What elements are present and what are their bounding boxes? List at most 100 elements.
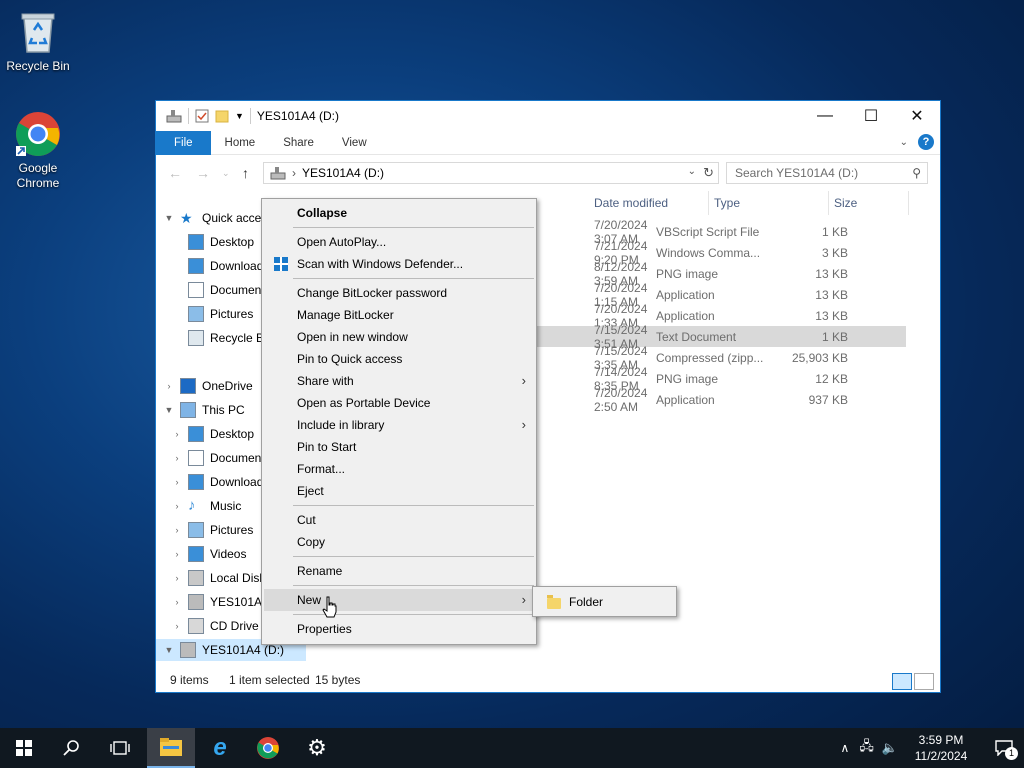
menu-item-properties[interactable]: Properties — [264, 618, 534, 640]
menu-item-label: Open as Portable Device — [297, 396, 431, 410]
tab-file[interactable]: File — [156, 130, 211, 155]
cell-size: 13 KB — [815, 308, 848, 323]
properties-icon[interactable] — [195, 109, 209, 123]
new-folder-icon[interactable] — [215, 109, 229, 123]
menu-item-cut[interactable]: Cut — [264, 509, 534, 531]
taskbar-settings[interactable]: ⚙ — [293, 728, 341, 768]
menu-item-manage-bitlocker[interactable]: Manage BitLocker — [264, 304, 534, 326]
expand-ribbon-icon[interactable]: ⌄ — [900, 137, 908, 148]
expand-arrow-icon[interactable]: › — [162, 381, 176, 391]
expand-arrow-icon[interactable]: ▼ — [162, 645, 176, 655]
expand-arrow-icon[interactable]: › — [170, 429, 184, 439]
menu-item-eject[interactable]: Eject — [264, 480, 534, 502]
menu-item-open-as-portable-device[interactable]: Open as Portable Device — [264, 392, 534, 414]
menu-item-new[interactable]: New › — [264, 589, 534, 611]
address-dropdown-icon[interactable]: ⌄ — [688, 166, 696, 177]
menu-item-label: Share with — [297, 374, 354, 388]
help-icon[interactable]: ? — [918, 134, 934, 150]
menu-item-share-with[interactable]: Share with › — [264, 370, 534, 392]
desktop-icon-recycle-bin[interactable]: Recycle Bin — [2, 8, 74, 74]
back-button[interactable]: ← — [168, 165, 182, 181]
address-bar[interactable]: › YES101A4 (D:) ⌄ ↻ — [263, 162, 719, 184]
forward-button[interactable]: → — [196, 165, 210, 181]
menu-item-label: Collapse — [297, 206, 348, 220]
menu-item-collapse[interactable]: Collapse — [264, 202, 534, 224]
expand-arrow-icon[interactable]: › — [170, 621, 184, 631]
clock[interactable]: 3:59 PM 11/2/2024 — [906, 732, 976, 764]
document-icon — [188, 282, 204, 298]
pictures-icon — [188, 306, 204, 322]
expand-arrow-icon[interactable]: › — [170, 477, 184, 487]
minimize-button[interactable]: — — [802, 101, 848, 131]
menu-item-label: Open AutoPlay... — [297, 235, 387, 249]
notification-badge: 1 — [1005, 747, 1018, 760]
expand-arrow-icon[interactable]: ▼ — [162, 213, 176, 223]
drive-icon — [188, 570, 204, 586]
menu-item-pin-to-quick-access[interactable]: Pin to Quick access — [264, 348, 534, 370]
cell-type: PNG image — [656, 266, 719, 281]
submenu-arrow-icon: › — [521, 373, 526, 388]
breadcrumb-chevron-icon: › — [292, 166, 296, 180]
expand-arrow-icon[interactable]: › — [170, 525, 184, 535]
navigation-bar: ← → ⌄ ↑ › YES101A4 (D:) ⌄ ↻ Search YES10… — [156, 157, 940, 189]
expand-arrow-icon[interactable]: › — [170, 573, 184, 583]
cell-type: Compressed (zipp... — [656, 350, 764, 365]
column-header-type[interactable]: Type — [709, 191, 829, 215]
close-button[interactable]: ✕ — [894, 101, 940, 131]
notifications-button[interactable]: 1 — [984, 728, 1024, 768]
menu-item-format[interactable]: Format... — [264, 458, 534, 480]
expand-arrow-icon[interactable]: › — [170, 597, 184, 607]
search-button[interactable] — [48, 728, 96, 768]
recent-locations-icon[interactable]: ⌄ — [222, 168, 230, 179]
menu-item-open-in-new-window[interactable]: Open in new window — [264, 326, 534, 348]
column-header-date[interactable]: Date modified — [589, 191, 709, 215]
start-button[interactable] — [0, 728, 48, 768]
show-hidden-icons-icon[interactable]: ∧ — [841, 741, 850, 755]
submenu-arrow-icon: › — [521, 417, 526, 432]
menu-item-copy[interactable]: Copy — [264, 531, 534, 553]
tab-share[interactable]: Share — [269, 131, 328, 155]
expand-arrow-icon[interactable]: › — [170, 501, 184, 511]
up-button[interactable]: ↑ — [242, 165, 249, 181]
menu-item-change-bitlocker-password[interactable]: Change BitLocker password — [264, 282, 534, 304]
details-view-button[interactable] — [892, 673, 912, 690]
search-input[interactable]: Search YES101A4 (D:) ⚲ — [726, 162, 928, 184]
star-icon: ★ — [180, 210, 193, 226]
item-count: 9 items — [170, 673, 209, 687]
refresh-icon[interactable]: ↻ — [703, 165, 714, 181]
table-row[interactable]: 7/20/2024 2:50 AM Application 937 KB — [536, 386, 906, 414]
tab-home[interactable]: Home — [211, 131, 270, 155]
breadcrumb[interactable]: YES101A4 (D:) — [302, 166, 384, 180]
menu-item-open-autoplay[interactable]: Open AutoPlay... — [264, 231, 534, 253]
cell-size: 13 KB — [815, 266, 848, 281]
network-icon[interactable]: 🖧 — [859, 737, 874, 759]
menu-item-rename[interactable]: Rename — [264, 560, 534, 582]
menu-item-label: Eject — [297, 484, 324, 498]
column-header-size[interactable]: Size — [829, 191, 909, 215]
status-bar: 9 items 1 item selected 15 bytes — [156, 670, 940, 692]
desktop-icon-chrome[interactable]: Google Chrome — [2, 110, 74, 191]
tab-view[interactable]: View — [328, 131, 381, 155]
menu-item-pin-to-start[interactable]: Pin to Start — [264, 436, 534, 458]
expand-arrow-icon[interactable]: › — [170, 549, 184, 559]
expand-arrow-icon[interactable]: ▼ — [162, 405, 176, 415]
volume-icon[interactable]: 🔈 — [882, 740, 898, 756]
expand-arrow-icon[interactable]: › — [170, 453, 184, 463]
menu-item-scan-with-windows-defender[interactable]: Scan with Windows Defender... — [264, 253, 534, 275]
recycle-bin-icon — [14, 8, 62, 56]
maximize-button[interactable]: ☐ — [848, 101, 894, 131]
taskbar-file-explorer[interactable] — [147, 728, 195, 768]
nav-item-label: Videos — [210, 547, 247, 561]
task-view-button[interactable] — [96, 728, 144, 768]
menu-item-include-in-library[interactable]: Include in library › — [264, 414, 534, 436]
cd-drive-icon — [188, 618, 204, 634]
cell-size: 13 KB — [815, 287, 848, 302]
taskbar-internet-explorer[interactable]: e — [196, 728, 244, 768]
chrome-icon — [257, 737, 279, 759]
qat-dropdown-icon[interactable]: ▼ — [235, 111, 244, 121]
cell-type: VBScript Script File — [656, 224, 760, 239]
menu-item-new-folder[interactable]: Folder — [535, 591, 674, 613]
search-placeholder: Search YES101A4 (D:) — [735, 166, 859, 180]
large-icons-view-button[interactable] — [914, 673, 934, 690]
taskbar-chrome[interactable] — [244, 728, 292, 768]
